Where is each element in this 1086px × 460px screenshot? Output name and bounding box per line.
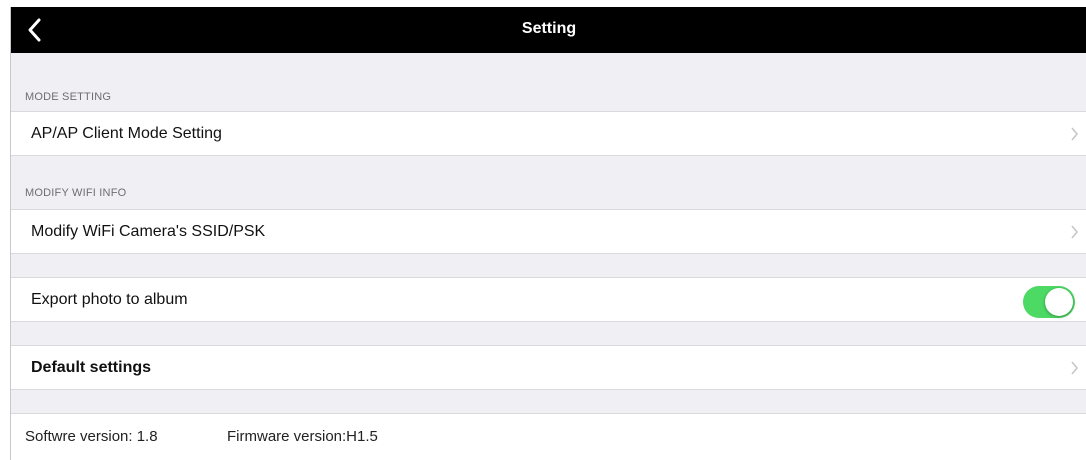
modify-wifi-label: Modify WiFi Camera's SSID/PSK: [31, 223, 266, 240]
chevron-right-icon: [1071, 361, 1079, 375]
chevron-right-icon: [1071, 225, 1079, 239]
export-photo-row: Export photo to album: [11, 277, 1086, 322]
page-title: Setting: [521, 20, 577, 37]
section-header-mode: MODE SETTING: [25, 91, 112, 103]
export-photo-toggle[interactable]: [1023, 286, 1075, 318]
default-settings-row[interactable]: Default settings: [11, 345, 1086, 390]
version-footer: Softwre version: 1.8 Firmware version:H1…: [11, 413, 1086, 460]
ap-mode-setting-label: AP/AP Client Mode Setting: [31, 125, 222, 142]
firmware-version: Firmware version:H1.5: [227, 428, 378, 445]
modify-wifi-row[interactable]: Modify WiFi Camera's SSID/PSK: [11, 209, 1086, 254]
navigation-bar: Setting: [11, 7, 1086, 53]
software-version: Softwre version: 1.8: [25, 428, 158, 445]
section-header-wifi: MODIFY WIFI INFO: [25, 187, 127, 199]
default-settings-label: Default settings: [31, 359, 152, 376]
settings-screen: Setting MODE SETTING AP/AP Client Mode S…: [10, 7, 1086, 460]
export-photo-label: Export photo to album: [31, 291, 188, 308]
chevron-right-icon: [1071, 127, 1079, 141]
toggle-knob: [1045, 288, 1073, 316]
ap-mode-setting-row[interactable]: AP/AP Client Mode Setting: [11, 111, 1086, 156]
